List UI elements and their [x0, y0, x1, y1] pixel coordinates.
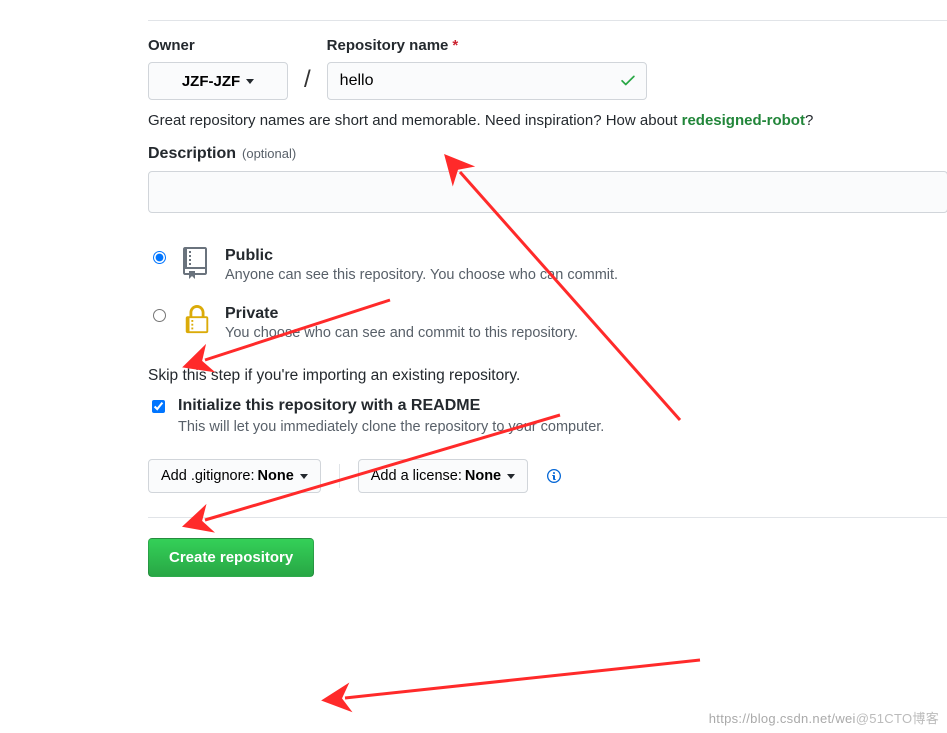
initialize-readme-title: Initialize this repository with a README — [178, 397, 604, 415]
description-label: Description (optional) — [148, 145, 947, 163]
watermark-right: @51CTO博客 — [856, 711, 939, 726]
visibility-private-title: Private — [225, 305, 578, 323]
initialize-readme-checkbox[interactable] — [152, 400, 165, 413]
hint-suffix: ? — [805, 112, 813, 129]
repo-name-label: Repository name * — [327, 37, 647, 54]
hint-prefix: Great repository names are short and mem… — [148, 112, 682, 129]
checkmark-icon — [619, 71, 637, 92]
caret-down-icon — [300, 474, 308, 479]
skip-import-text: Skip this step if you're importing an ex… — [148, 367, 947, 385]
required-asterisk: * — [452, 37, 458, 54]
repo-name-input[interactable] — [327, 62, 647, 100]
caret-down-icon — [507, 474, 515, 479]
visibility-public-radio[interactable] — [153, 251, 166, 264]
visibility-private-radio[interactable] — [153, 309, 166, 322]
path-slash: / — [298, 66, 317, 100]
description-optional: (optional) — [242, 146, 296, 161]
lock-icon — [181, 305, 213, 335]
section-divider-top — [148, 20, 947, 21]
owner-label: Owner — [148, 37, 288, 54]
watermark-left: https://blog.csdn.net/wei — [709, 711, 856, 726]
gitignore-prefix: Add .gitignore: — [161, 468, 255, 484]
repo-name-label-text: Repository name — [327, 37, 449, 54]
create-repository-button[interactable]: Create repository — [148, 538, 314, 577]
section-divider-bottom — [148, 517, 947, 518]
initialize-readme-desc: This will let you immediately clone the … — [178, 419, 604, 435]
description-input[interactable] — [148, 171, 947, 213]
owner-selected-value: JZF-JZF — [182, 73, 240, 90]
license-value: None — [465, 468, 501, 484]
caret-down-icon — [246, 79, 254, 84]
vertical-divider — [339, 464, 340, 488]
license-prefix: Add a license: — [371, 468, 462, 484]
gitignore-select[interactable]: Add .gitignore: None — [148, 459, 321, 493]
gitignore-value: None — [258, 468, 294, 484]
repo-public-icon — [181, 247, 213, 279]
watermark: https://blog.csdn.net/wei@51CTO博客 — [709, 708, 939, 727]
license-select[interactable]: Add a license: None — [358, 459, 528, 493]
name-hint: Great repository names are short and mem… — [148, 112, 947, 129]
info-icon[interactable] — [546, 468, 562, 484]
visibility-public-desc: Anyone can see this repository. You choo… — [225, 267, 618, 283]
visibility-private-desc: You choose who can see and commit to thi… — [225, 325, 578, 341]
owner-select[interactable]: JZF-JZF — [148, 62, 288, 100]
description-label-text: Description — [148, 145, 236, 163]
visibility-public-title: Public — [225, 247, 618, 265]
repo-name-suggestion[interactable]: redesigned-robot — [682, 112, 805, 129]
